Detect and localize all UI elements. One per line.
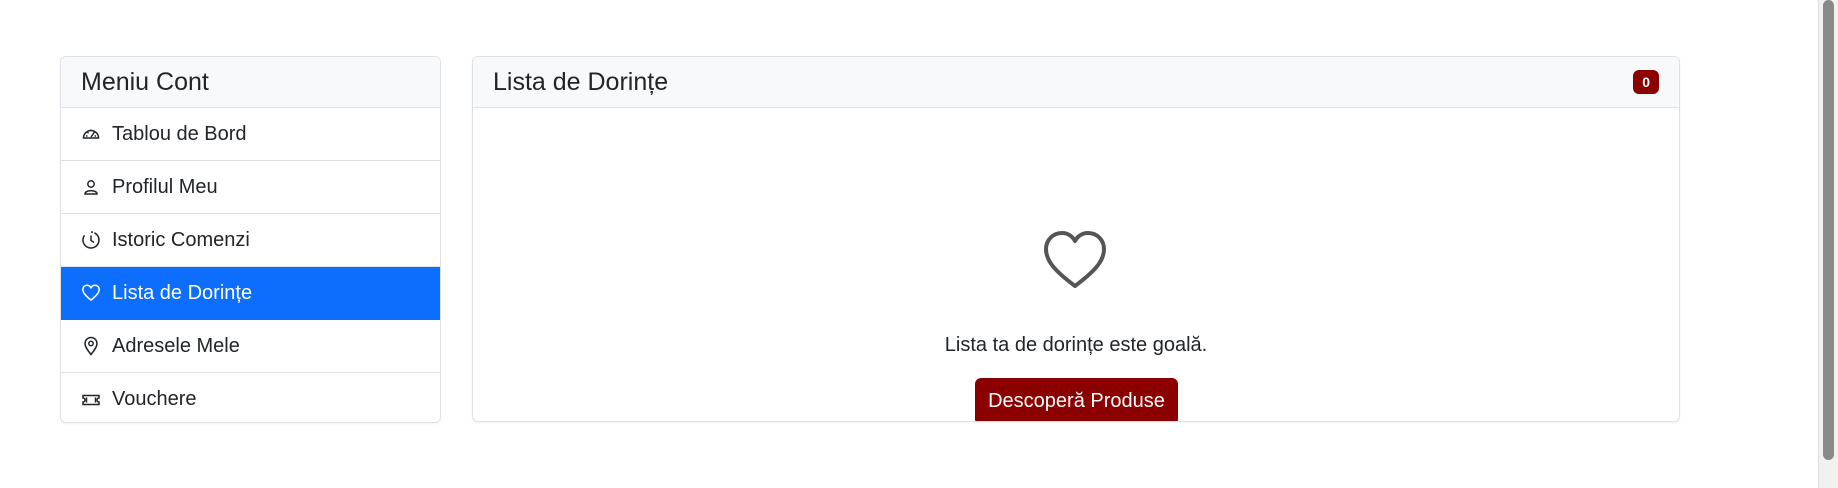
account-page: Meniu Cont Tablou de Bord Profilul Meu I… <box>0 0 1838 488</box>
heart-icon <box>1044 231 1106 288</box>
wishlist-header: Lista de Dorințe 0 <box>473 57 1679 108</box>
sidebar-item-label: Vouchere <box>112 388 197 410</box>
sidebar-item-wishlist[interactable]: Lista de Dorințe <box>61 267 440 320</box>
sidebar-item-order-history[interactable]: Istoric Comenzi <box>61 214 440 267</box>
sidebar-item-label: Tablou de Bord <box>112 122 247 145</box>
wishlist-card: Lista de Dorințe 0 Lista ta de dorințe e… <box>472 56 1680 422</box>
page-title: Lista de Dorințe <box>493 67 669 96</box>
sidebar-item-vouchers[interactable]: Vouchere <box>61 373 440 422</box>
ticket-icon <box>80 389 102 411</box>
empty-wishlist-message: Lista ta de dorințe este goală. <box>944 334 1208 356</box>
scrollbar-thumb[interactable] <box>1823 0 1834 460</box>
sidebar-item-label: Adresele Mele <box>112 334 240 357</box>
account-menu-title: Meniu Cont <box>61 57 440 108</box>
sidebar-item-label: Lista de Dorințe <box>112 281 253 304</box>
page-scrollbar[interactable] <box>1818 0 1838 488</box>
sidebar-item-label: Istoric Comenzi <box>112 228 250 251</box>
speedometer-icon <box>80 123 102 145</box>
account-menu: Meniu Cont Tablou de Bord Profilul Meu I… <box>60 56 441 423</box>
wishlist-empty-state: Lista ta de dorințe este goală. Descoper… <box>473 108 1679 421</box>
sidebar-item-dashboard[interactable]: Tablou de Bord <box>61 108 440 161</box>
person-icon <box>80 176 102 198</box>
sidebar-item-label: Profilul Meu <box>112 175 218 198</box>
clock-history-icon <box>80 229 102 251</box>
heart-icon <box>80 282 102 304</box>
discover-products-button[interactable]: Descoperă Produse <box>975 378 1178 421</box>
wishlist-count-badge: 0 <box>1633 70 1659 94</box>
sidebar-item-profile[interactable]: Profilul Meu <box>61 161 440 214</box>
sidebar-item-addresses[interactable]: Adresele Mele <box>61 320 440 373</box>
location-pin-icon <box>80 335 102 357</box>
